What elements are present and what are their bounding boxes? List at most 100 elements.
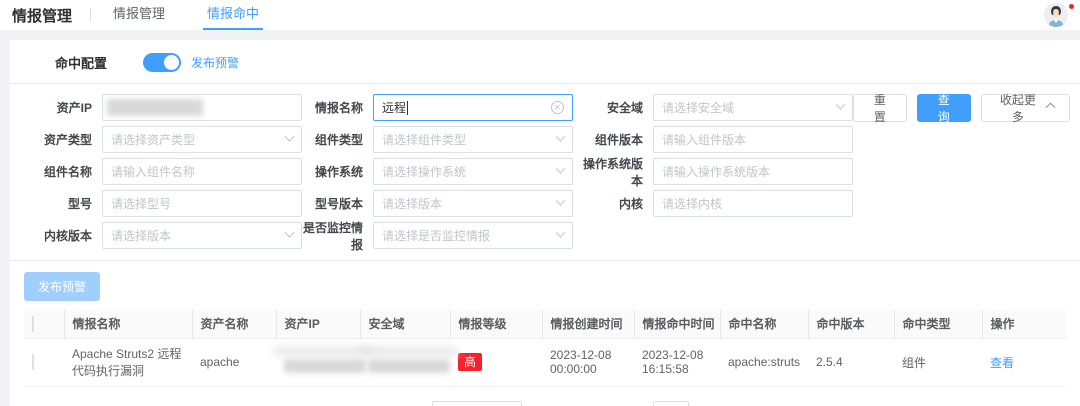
col-hit-name: 命中名称 bbox=[720, 310, 808, 338]
cell-hit-type: 组件 bbox=[894, 338, 982, 386]
asset-type-label: 资产类型 bbox=[12, 131, 102, 148]
chevron-down-icon bbox=[556, 228, 566, 238]
table-row: Apache Struts2 远程代码执行漏洞 apache 高 2023-12… bbox=[24, 338, 1066, 386]
field-component-type: 组件类型 请选择组件类型 bbox=[302, 126, 573, 153]
publish-alert-toggle-label: 发布预警 bbox=[191, 54, 239, 71]
main-panel: 命中配置 发布预警 资产IP 情报名称 远程 ✕ 安全域 bbox=[10, 40, 1080, 406]
col-created-time: 情报创建时间 bbox=[542, 310, 634, 338]
component-name-input[interactable] bbox=[102, 158, 302, 185]
pagination: 共 1 条 20条/页 < 1 > 前往 页 bbox=[10, 401, 1080, 406]
top-nav-bar: 情报管理 情报管理 情报命中 bbox=[0, 0, 1080, 30]
field-kernel: 内核 bbox=[573, 190, 853, 217]
redacted-value bbox=[284, 359, 366, 373]
table-header-row: 情报名称 资产名称 资产IP 安全域 情报等级 情报创建时间 情报命中时间 命中… bbox=[24, 310, 1066, 338]
select-all-header bbox=[24, 310, 64, 338]
col-hit-type: 命中类型 bbox=[894, 310, 982, 338]
os-select[interactable]: 请选择操作系统 bbox=[373, 158, 573, 185]
cell-asset-ip-redacted bbox=[276, 338, 360, 386]
monitor-intel-select[interactable]: 请选择是否监控情报 bbox=[373, 222, 573, 249]
redacted-value bbox=[368, 359, 450, 373]
col-hit-version: 命中版本 bbox=[808, 310, 894, 338]
avatar-icon bbox=[1044, 3, 1068, 27]
kernel-version-select[interactable]: 请选择版本 bbox=[102, 222, 302, 249]
cell-hit-time: 2023-12-08 16:15:58 bbox=[634, 338, 720, 386]
user-avatar[interactable] bbox=[1044, 3, 1068, 27]
hit-config-title: 命中配置 bbox=[55, 53, 107, 72]
row-checkbox[interactable] bbox=[32, 354, 34, 370]
redacted-value bbox=[358, 347, 458, 355]
field-intel-name: 情报名称 远程 ✕ bbox=[302, 94, 573, 121]
component-type-label: 组件类型 bbox=[302, 131, 373, 148]
page-size-select[interactable]: 20条/页 bbox=[432, 401, 522, 406]
col-intel-level: 情报等级 bbox=[450, 310, 542, 338]
field-kernel-version: 内核版本 请选择版本 bbox=[12, 222, 302, 249]
intel-name-label: 情报名称 bbox=[302, 99, 373, 116]
tab-bar: 情报管理 情报命中 bbox=[109, 0, 297, 30]
kernel-label: 内核 bbox=[573, 195, 653, 212]
asset-type-select[interactable]: 请选择资产类型 bbox=[102, 126, 302, 153]
col-security-zone: 安全域 bbox=[360, 310, 450, 338]
tab-intel-hit[interactable]: 情报命中 bbox=[203, 0, 263, 30]
model-input[interactable] bbox=[102, 190, 302, 217]
field-os: 操作系统 请选择操作系统 bbox=[302, 158, 573, 185]
filter-actions: 重置 查询 收起更多 bbox=[853, 94, 1070, 122]
text-cursor bbox=[407, 101, 408, 115]
chevron-down-icon bbox=[285, 228, 295, 238]
toggle-knob bbox=[164, 55, 179, 70]
asset-ip-input[interactable] bbox=[102, 94, 302, 121]
intel-name-value: 远程 bbox=[382, 99, 406, 116]
chevron-down-icon bbox=[836, 100, 846, 110]
component-version-input[interactable] bbox=[653, 126, 853, 153]
redacted-asset-ip-value bbox=[107, 99, 203, 116]
field-monitor-intel: 是否监控情报 请选择是否监控情报 bbox=[302, 219, 573, 253]
intel-name-input[interactable]: 远程 ✕ bbox=[373, 94, 573, 121]
os-version-input[interactable] bbox=[653, 158, 853, 185]
field-model-version: 型号版本 请选择版本 bbox=[302, 190, 573, 217]
component-type-select[interactable]: 请选择组件类型 bbox=[373, 126, 573, 153]
field-component-name: 组件名称 bbox=[12, 158, 302, 185]
goto-page-input[interactable] bbox=[653, 401, 689, 406]
security-zone-label: 安全域 bbox=[573, 99, 653, 116]
os-label: 操作系统 bbox=[302, 163, 373, 180]
monitor-intel-label: 是否监控情报 bbox=[302, 219, 373, 253]
filter-form: 资产IP 情报名称 远程 ✕ 安全域 请选择安全域 bbox=[10, 84, 1080, 260]
field-model: 型号 bbox=[12, 190, 302, 217]
field-asset-type: 资产类型 请选择资产类型 bbox=[12, 126, 302, 153]
tab-intel-manage[interactable]: 情报管理 bbox=[109, 0, 169, 30]
publish-alert-button[interactable]: 发布预警 bbox=[24, 272, 100, 301]
notification-dot bbox=[1069, 4, 1074, 9]
field-security-zone: 安全域 请选择安全域 bbox=[573, 94, 853, 121]
model-version-select[interactable]: 请选择版本 bbox=[373, 190, 573, 217]
model-label: 型号 bbox=[12, 195, 102, 212]
security-zone-select[interactable]: 请选择安全域 bbox=[653, 94, 853, 121]
filter-row-2: 资产类型 请选择资产类型 组件类型 请选择组件类型 组件版本 bbox=[12, 126, 1080, 153]
filter-row-1: 资产IP 情报名称 远程 ✕ 安全域 请选择安全域 bbox=[12, 94, 1080, 121]
collapse-more-button[interactable]: 收起更多 bbox=[981, 94, 1070, 122]
search-button[interactable]: 查询 bbox=[917, 94, 971, 122]
view-link[interactable]: 查看 bbox=[990, 356, 1014, 370]
col-hit-time: 情报命中时间 bbox=[634, 310, 720, 338]
title-divider bbox=[90, 8, 91, 22]
clear-input-icon[interactable]: ✕ bbox=[551, 101, 564, 114]
cell-hit-name: apache:struts bbox=[720, 338, 808, 386]
cell-intel-level: 高 bbox=[450, 338, 542, 386]
level-badge: 高 bbox=[458, 353, 482, 371]
publish-alert-toggle[interactable] bbox=[143, 53, 181, 72]
cell-hit-version: 2.5.4 bbox=[808, 338, 894, 386]
reset-button[interactable]: 重置 bbox=[853, 94, 907, 122]
col-asset-name: 资产名称 bbox=[192, 310, 276, 338]
chevron-up-icon bbox=[1046, 103, 1056, 113]
chevron-down-icon bbox=[556, 196, 566, 206]
cell-created-time: 2023-12-08 00:00:00 bbox=[542, 338, 634, 386]
goto-page: 前往 页 bbox=[621, 401, 709, 406]
col-asset-ip: 资产IP bbox=[276, 310, 360, 338]
select-all-checkbox[interactable] bbox=[32, 316, 34, 332]
kernel-version-label: 内核版本 bbox=[12, 227, 102, 244]
cell-asset-name: apache bbox=[192, 338, 276, 386]
filter-row-4: 型号 型号版本 请选择版本 内核 bbox=[12, 190, 1080, 217]
filter-row-5: 内核版本 请选择版本 是否监控情报 请选择是否监控情报 bbox=[12, 222, 1080, 249]
asset-ip-label: 资产IP bbox=[12, 99, 102, 116]
kernel-input[interactable] bbox=[653, 190, 853, 217]
component-name-label: 组件名称 bbox=[12, 163, 102, 180]
page-title: 情报管理 bbox=[12, 5, 72, 26]
